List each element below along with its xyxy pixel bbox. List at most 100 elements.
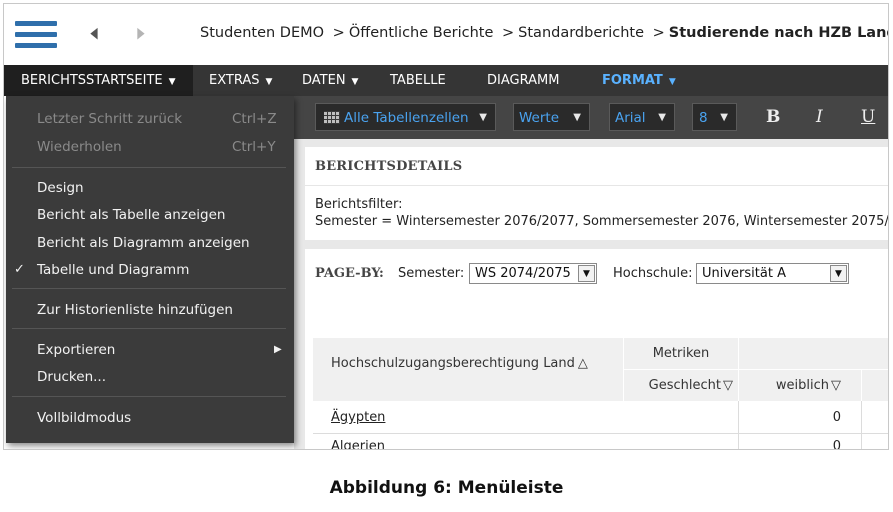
grid-header-gender-label: Geschlecht [648,378,721,393]
menu-item-print[interactable]: Drucken... [37,369,106,385]
menu-item-design[interactable]: Design [37,180,84,196]
cell-target-value: Alle Tabellenzellen [344,110,469,126]
cell-target-select[interactable]: Alle Tabellenzellen ▼ [315,103,496,131]
menu-bar: BERICHTSSTARTSEITE ▼ EXTRAS ▼ DATEN ▼ TABEL… [4,65,888,96]
menu-diagramm[interactable]: DIAGRAMM [487,65,559,96]
menu-extras[interactable]: EXTRAS ▼ [209,65,272,96]
values-select-value: Werte [519,110,560,126]
chevron-down-icon: ▼ [479,112,487,123]
breadcrumb-separator: > [652,25,665,41]
breadcrumb-separator: > [332,25,345,41]
divider [861,401,862,449]
breadcrumb: Studenten DEMO > Öffentliche Berichte > St… [200,25,888,41]
chevron-down-icon: ▼ [720,112,728,123]
menu-label: FORMAT [602,73,663,88]
page-by-panel: PAGE-BY: Semester: WS 2074/2075 ▼ Hochsc… [305,249,888,450]
grid-header-female-label: weiblich [775,378,829,393]
breadcrumb-separator: > [502,25,515,41]
grid-row-country-link[interactable]: Algerien [331,439,385,449]
menu-separator [12,167,286,168]
school-select-value: Universität A [702,266,786,281]
app-window: 🢐 🢒 Studenten DEMO > Öffentliche Berichte… [3,3,889,450]
sort-ascending-icon[interactable]: △ [578,356,588,371]
menu-label: DIAGRAMM [487,73,560,88]
chevron-down-icon[interactable]: ▼ [578,265,595,282]
menu-tabelle[interactable]: TABELLE [390,65,446,96]
top-bar: 🢐 🢒 Studenten DEMO > Öffentliche Berichte… [4,4,888,66]
report-filter-label: Berichtsfilter: [315,197,403,212]
shortcut-redo: Ctrl+Y [232,139,276,155]
grid-header-metrics: Metriken [624,338,738,369]
menu-item-export[interactable]: Exportieren [37,342,115,358]
bold-button[interactable]: B [766,103,780,131]
breadcrumb-item-public-reports[interactable]: Öffentliche Berichte [349,25,494,41]
grid-header-female[interactable]: weiblich ▽ [739,370,861,401]
grid-row-country-link[interactable]: Ägypten [331,410,385,425]
grid-header-blank [739,338,888,369]
grid-header-blank [862,370,888,401]
menu-format[interactable]: FORMAT ▼ [602,65,676,96]
format-toolbar: Alle Tabellenzellen ▼ Werte ▼ Arial ▼ 8 … [294,96,888,139]
chevron-down-icon: ▼ [573,112,581,123]
grid-row-value: 0 [832,439,841,450]
font-size-value: 8 [699,110,708,126]
sort-descending-icon[interactable]: ▽ [831,378,841,393]
grid-header-country[interactable]: Hochschulzugangsberechtigung Land △ [313,338,623,401]
chevron-down-icon: ▼ [658,112,666,123]
menu-item-show-table[interactable]: Bericht als Tabelle anzeigen [37,207,225,223]
grid-header-gender[interactable]: Geschlecht ▽ [624,370,738,401]
shortcut-undo: Ctrl+Z [232,111,277,127]
hamburger-menu-icon[interactable] [15,21,57,49]
menu-separator [12,328,286,329]
chevron-down-icon: ▼ [265,77,273,87]
semester-label: Semester: [398,266,465,281]
menu-item-redo[interactable]: Wiederholen [37,139,122,155]
menu-label: EXTRAS [209,73,260,88]
report-content: BERICHTSDETAILS Berichtsfilter: Semester… [294,139,889,450]
report-filter-value: Semester = Wintersemester 2076/2077, Som… [315,214,889,229]
menu-separator [12,288,286,289]
report-details-title: BERICHTSDETAILS [315,159,463,174]
table-grid-icon [324,111,340,124]
italic-button[interactable]: I [816,103,823,131]
semester-select[interactable]: WS 2074/2075 ▼ [469,263,597,284]
menu-separator [12,396,286,397]
school-select[interactable]: Universität A ▼ [696,263,849,284]
arrow-left-icon[interactable]: 🢐 [89,19,99,49]
breadcrumb-current-report: Studierende nach HZB Land und Gesc [668,25,888,41]
chevron-right-icon: ▶ [274,344,282,355]
font-family-value: Arial [615,110,646,126]
chevron-down-icon: ▼ [351,77,359,87]
font-family-select[interactable]: Arial ▼ [609,103,675,131]
font-size-select[interactable]: 8 ▼ [692,103,737,131]
divider [738,401,739,449]
grid-header-country-label: Hochschulzugangsberechtigung Land [331,356,575,371]
chevron-down-icon: ▼ [668,77,676,87]
page-by-title: PAGE-BY: [315,266,384,281]
grid-row-value: 0 [832,410,841,425]
divider [305,185,888,186]
chevron-down-icon[interactable]: ▼ [830,265,847,282]
divider [313,433,888,434]
school-label: Hochschule: [613,266,693,281]
figure-caption: Abbildung 6: Menüleiste [329,478,564,498]
menu-item-add-history[interactable]: Zur Historienliste hinzufügen [37,302,233,318]
check-icon: ✓ [14,262,25,277]
menu-item-fullscreen[interactable]: Vollbildmodus [37,410,131,426]
menu-berichtsstartseite[interactable]: BERICHTSSTARTSEITE ▼ [4,65,193,96]
breadcrumb-item-standard-reports[interactable]: Standardberichte [518,25,644,41]
chevron-down-icon: ▼ [168,77,176,87]
underline-button[interactable]: U [861,103,875,131]
report-details-panel: BERICHTSDETAILS Berichtsfilter: Semester… [305,147,889,240]
sort-descending-icon[interactable]: ▽ [723,378,733,393]
menu-item-undo[interactable]: Letzter Schritt zurück [37,111,182,127]
menu-item-table-and-chart[interactable]: Tabelle und Diagramm [37,262,189,278]
menu-label: BERICHTSSTARTSEITE [21,73,163,88]
breadcrumb-item-folder[interactable]: Studenten DEMO [200,25,324,41]
berichtsstartseite-dropdown: Letzter Schritt zurück Ctrl+Z Wiederhole… [6,96,294,443]
values-select[interactable]: Werte ▼ [513,103,590,131]
arrow-right-icon[interactable]: 🢒 [136,19,146,49]
menu-item-show-chart[interactable]: Bericht als Diagramm anzeigen [37,235,250,251]
semester-select-value: WS 2074/2075 [475,266,571,281]
menu-daten[interactable]: DATEN ▼ [302,65,358,96]
